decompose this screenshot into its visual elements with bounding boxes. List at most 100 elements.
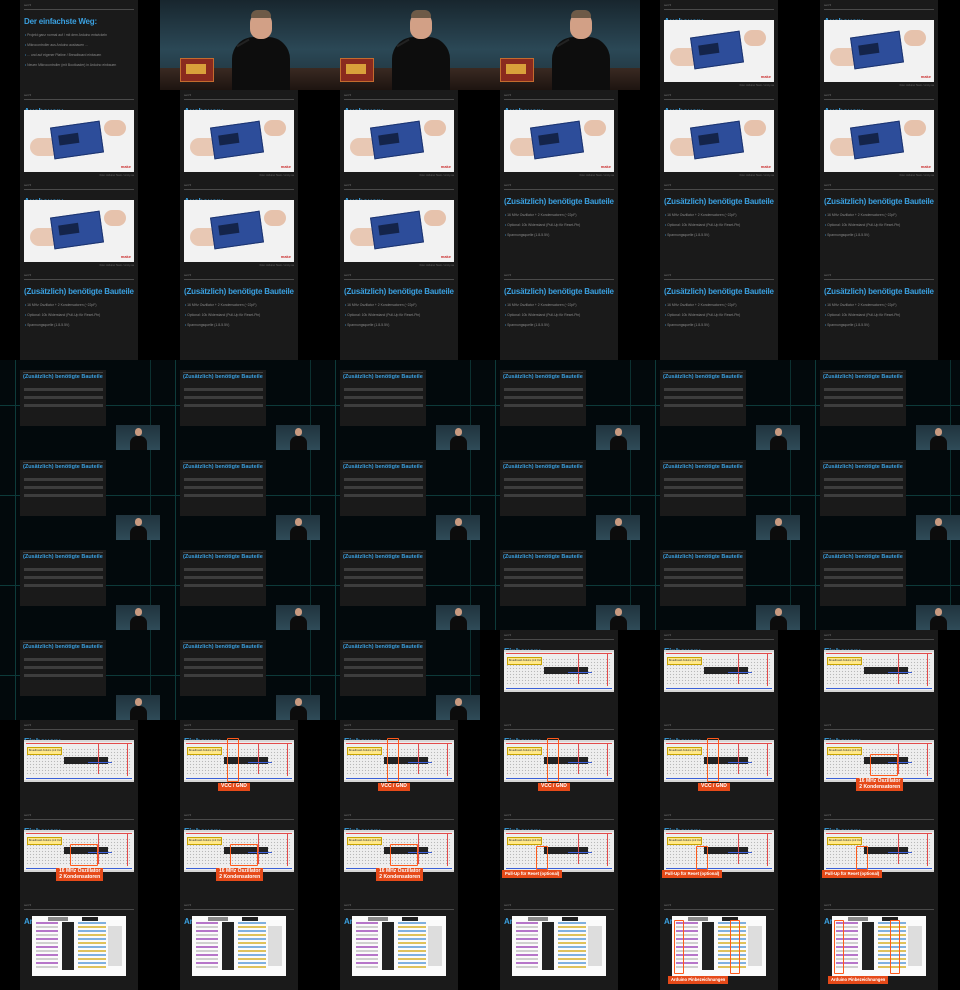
thumbnail-circuit[interactable]: (Zusätzlich) benötigte Bauteile: [0, 630, 160, 720]
thumbnail-einbauen-plain[interactable]: seit 5Einbauen:Breadboard Arduino (mit O…: [0, 720, 160, 810]
thumbnail-circuit[interactable]: (Zusätzlich) benötigte Bauteile: [320, 450, 480, 540]
thumbnail-photo[interactable]: seit 5Ausbauen:makeFoto: Arduino Team / …: [800, 90, 960, 180]
thumbnail-einbauen-plain[interactable]: seit 5Einbauen:Breadboard Arduino (mit O…: [800, 630, 960, 720]
power-rail: [666, 743, 772, 744]
thumbnail-parts[interactable]: seit 5 (Zusätzlich) benötigte Bauteile 16 …: [640, 270, 800, 360]
bullet-line: [344, 584, 423, 587]
make-logo: make: [120, 254, 131, 259]
thumbnail-photo[interactable]: seit 5Ausbauen:makeFoto: Arduino Team / …: [160, 180, 320, 270]
thumbnail-einbauen-vcc[interactable]: seit 5Einbauen:Breadboard Arduino (mit O…: [160, 720, 320, 810]
thumbnail-circuit[interactable]: (Zusätzlich) benötigte Bauteile: [800, 360, 960, 450]
hardware-box: [340, 58, 374, 82]
thumbnail-circuit[interactable]: (Zusätzlich) benötigte Bauteile: [640, 360, 800, 450]
thumbnail-circuit[interactable]: (Zusätzlich) benötigte Bauteile: [320, 630, 480, 720]
slide-header: seit 5: [824, 93, 832, 97]
circuit-background-frame: (Zusätzlich) benötigte Bauteile: [640, 540, 800, 630]
thumbnail-einbauen-osc[interactable]: seit 5Einbauen:Breadboard Arduino (mit O…: [160, 810, 320, 900]
thumbnail-parts[interactable]: seit 5 (Zusätzlich) benötigte Bauteile 16 …: [480, 180, 640, 270]
thumbnail-circuit[interactable]: (Zusätzlich) benötigte Bauteile: [160, 630, 320, 720]
slide: seit 5Ausbauen:makeFoto: Arduino Team / …: [820, 90, 938, 180]
photo-source: Foto: Arduino Team / cc-by-sa: [259, 264, 294, 267]
thumbnail-parts[interactable]: seit 5 (Zusätzlich) benötigte Bauteile 16 …: [0, 270, 160, 360]
speaker-inset: [916, 605, 960, 630]
bullet-line: [24, 494, 103, 497]
thumbnail-circuit[interactable]: (Zusätzlich) benötigte Bauteile: [480, 450, 640, 540]
thumbnail-circuit[interactable]: (Zusätzlich) benötigte Bauteile: [160, 540, 320, 630]
thumbnail-text-way[interactable]: seit 5 Der einfachste Weg: Projekt ganz no…: [0, 0, 160, 90]
ground-rail: [666, 868, 772, 869]
mini-slide: (Zusätzlich) benötigte Bauteile: [180, 370, 266, 426]
thumbnail-einbauen-pullup[interactable]: seit 5Einbauen:Breadboard Arduino (mit O…: [480, 810, 640, 900]
thumbnail-video[interactable]: [160, 0, 320, 90]
thumbnail-photo[interactable]: seit 5Ausbauen:makeFoto: Arduino Team / …: [640, 90, 800, 180]
thumbnail-einbauen-pullup[interactable]: seit 5Einbauen:Breadboard Arduino (mit O…: [640, 810, 800, 900]
highlight-box: [870, 754, 898, 776]
pinout-tag: [82, 917, 98, 921]
thumbnail-video[interactable]: [480, 0, 640, 90]
thumbnail-circuit[interactable]: (Zusätzlich) benötigte Bauteile: [160, 450, 320, 540]
thumbnail-photo[interactable]: seit 5Ausbauen:makeFoto: Arduino Team / …: [320, 180, 480, 270]
thumbnail-circuit[interactable]: (Zusätzlich) benötigte Bauteile: [0, 360, 160, 450]
thumbnail-einbauen-plain[interactable]: seit 5Einbauen:Breadboard Arduino (mit O…: [480, 630, 640, 720]
thumbnail-anschliessen[interactable]: seit 5Anschließen:: [0, 900, 160, 990]
bullet-line: [504, 486, 583, 489]
thumbnail-video[interactable]: [320, 0, 480, 90]
thumbnail-photo[interactable]: seit 5Ausbauen:makeFoto: Arduino Team / …: [0, 90, 160, 180]
thumbnail-circuit[interactable]: (Zusätzlich) benötigte Bauteile: [640, 540, 800, 630]
slide-header: seit 5: [664, 903, 672, 907]
power-rail: [506, 653, 612, 654]
thumbnail-einbauen-osc[interactable]: seit 5Einbauen:Breadboard Arduino (mit O…: [320, 810, 480, 900]
slide-header: seit 5: [664, 183, 672, 187]
thumbnail-einbauen-osc[interactable]: seit 5Einbauen:Breadboard Arduino (mit O…: [800, 720, 960, 810]
hand: [104, 120, 126, 136]
thumbnail-circuit[interactable]: (Zusätzlich) benötigte Bauteile: [800, 540, 960, 630]
thumbnail-anschliessen-pins[interactable]: seit 5Anschließen:Arduino Pinbezeichnung…: [640, 900, 800, 990]
thumbnail-anschliessen-pins[interactable]: seit 5Anschließen:Arduino Pinbezeichnung…: [800, 900, 960, 990]
thumbnail-circuit[interactable]: (Zusätzlich) benötigte Bauteile: [320, 540, 480, 630]
thumbnail-photo[interactable]: seit 5Ausbauen:makeFoto: Arduino Team / …: [640, 0, 800, 90]
highlight-box: [856, 846, 868, 870]
slide-header: seit 5: [824, 273, 832, 277]
thumbnail-anschliessen[interactable]: seit 5Anschließen:: [480, 900, 640, 990]
thumbnail-einbauen-osc[interactable]: seit 5Einbauen:Breadboard Arduino (mit O…: [0, 810, 160, 900]
wire: [258, 834, 259, 864]
thumbnail-parts[interactable]: seit 5 (Zusätzlich) benötigte Bauteile 16 …: [640, 180, 800, 270]
bullet-line: [184, 478, 263, 481]
photo-source: Foto: Arduino Team / cc-by-sa: [739, 84, 774, 87]
thumbnail-photo[interactable]: seit 5Ausbauen:makeFoto: Arduino Team / …: [480, 90, 640, 180]
thumbnail-parts[interactable]: seit 5 (Zusätzlich) benötigte Bauteile 16 …: [160, 270, 320, 360]
thumbnail-photo[interactable]: seit 5Ausbauen:makeFoto: Arduino Team / …: [320, 90, 480, 180]
thumbnail-anschliessen[interactable]: seit 5Anschließen:: [160, 900, 320, 990]
slide: seit 5 (Zusätzlich) benötigte Bauteile 16 …: [180, 270, 298, 360]
thumbnail-parts[interactable]: seit 5 (Zusätzlich) benötigte Bauteile 16 …: [480, 270, 640, 360]
thumbnail-circuit[interactable]: (Zusätzlich) benötigte Bauteile: [160, 360, 320, 450]
thumbnail-einbauen-vcc[interactable]: seit 5Einbauen:Breadboard Arduino (mit O…: [640, 720, 800, 810]
breadboard-label: Breadboard Arduino (mit Oszillator): [827, 657, 862, 665]
thumbnail-circuit[interactable]: (Zusätzlich) benötigte Bauteile: [800, 450, 960, 540]
thumbnail-einbauen-plain[interactable]: seit 5Einbauen:Breadboard Arduino (mit O…: [640, 630, 800, 720]
thumbnail-parts[interactable]: seit 5 (Zusätzlich) benötigte Bauteile 16 …: [800, 180, 960, 270]
thumbnail-photo[interactable]: seit 5Ausbauen:makeFoto: Arduino Team / …: [0, 180, 160, 270]
bullet-line: [824, 478, 903, 481]
thumbnail-parts[interactable]: seit 5 (Zusätzlich) benötigte Bauteile 16 …: [320, 270, 480, 360]
highlight-box: [70, 844, 98, 866]
thumbnail-einbauen-vcc[interactable]: seit 5Einbauen:Breadboard Arduino (mit O…: [320, 720, 480, 810]
header-rule: [23, 462, 103, 463]
thumbnail-circuit[interactable]: (Zusätzlich) benötigte Bauteile: [0, 540, 160, 630]
thumbnail-anschliessen[interactable]: seit 5Anschließen:: [320, 900, 480, 990]
thumbnail-circuit[interactable]: (Zusätzlich) benötigte Bauteile: [480, 360, 640, 450]
thumbnail-einbauen-pullup[interactable]: seit 5Einbauen:Breadboard Arduino (mit O…: [800, 810, 960, 900]
hand: [104, 210, 126, 226]
thumbnail-photo[interactable]: seit 5Ausbauen:makeFoto: Arduino Team / …: [800, 0, 960, 90]
header-rule: [24, 729, 134, 730]
bullet-line: [664, 576, 743, 579]
slide: seit 5Einbauen:Breadboard Arduino (mit O…: [500, 630, 618, 720]
thumbnail-circuit[interactable]: (Zusätzlich) benötigte Bauteile: [480, 540, 640, 630]
thumbnail-einbauen-vcc[interactable]: seit 5Einbauen:Breadboard Arduino (mit O…: [480, 720, 640, 810]
pin-labels-left: [196, 922, 218, 970]
thumbnail-circuit[interactable]: (Zusätzlich) benötigte Bauteile: [0, 450, 160, 540]
thumbnail-photo[interactable]: seit 5Ausbauen:makeFoto: Arduino Team / …: [160, 90, 320, 180]
thumbnail-parts[interactable]: seit 5 (Zusätzlich) benötigte Bauteile 16 …: [800, 270, 960, 360]
thumbnail-circuit[interactable]: (Zusätzlich) benötigte Bauteile: [320, 360, 480, 450]
thumbnail-circuit[interactable]: (Zusätzlich) benötigte Bauteile: [640, 450, 800, 540]
